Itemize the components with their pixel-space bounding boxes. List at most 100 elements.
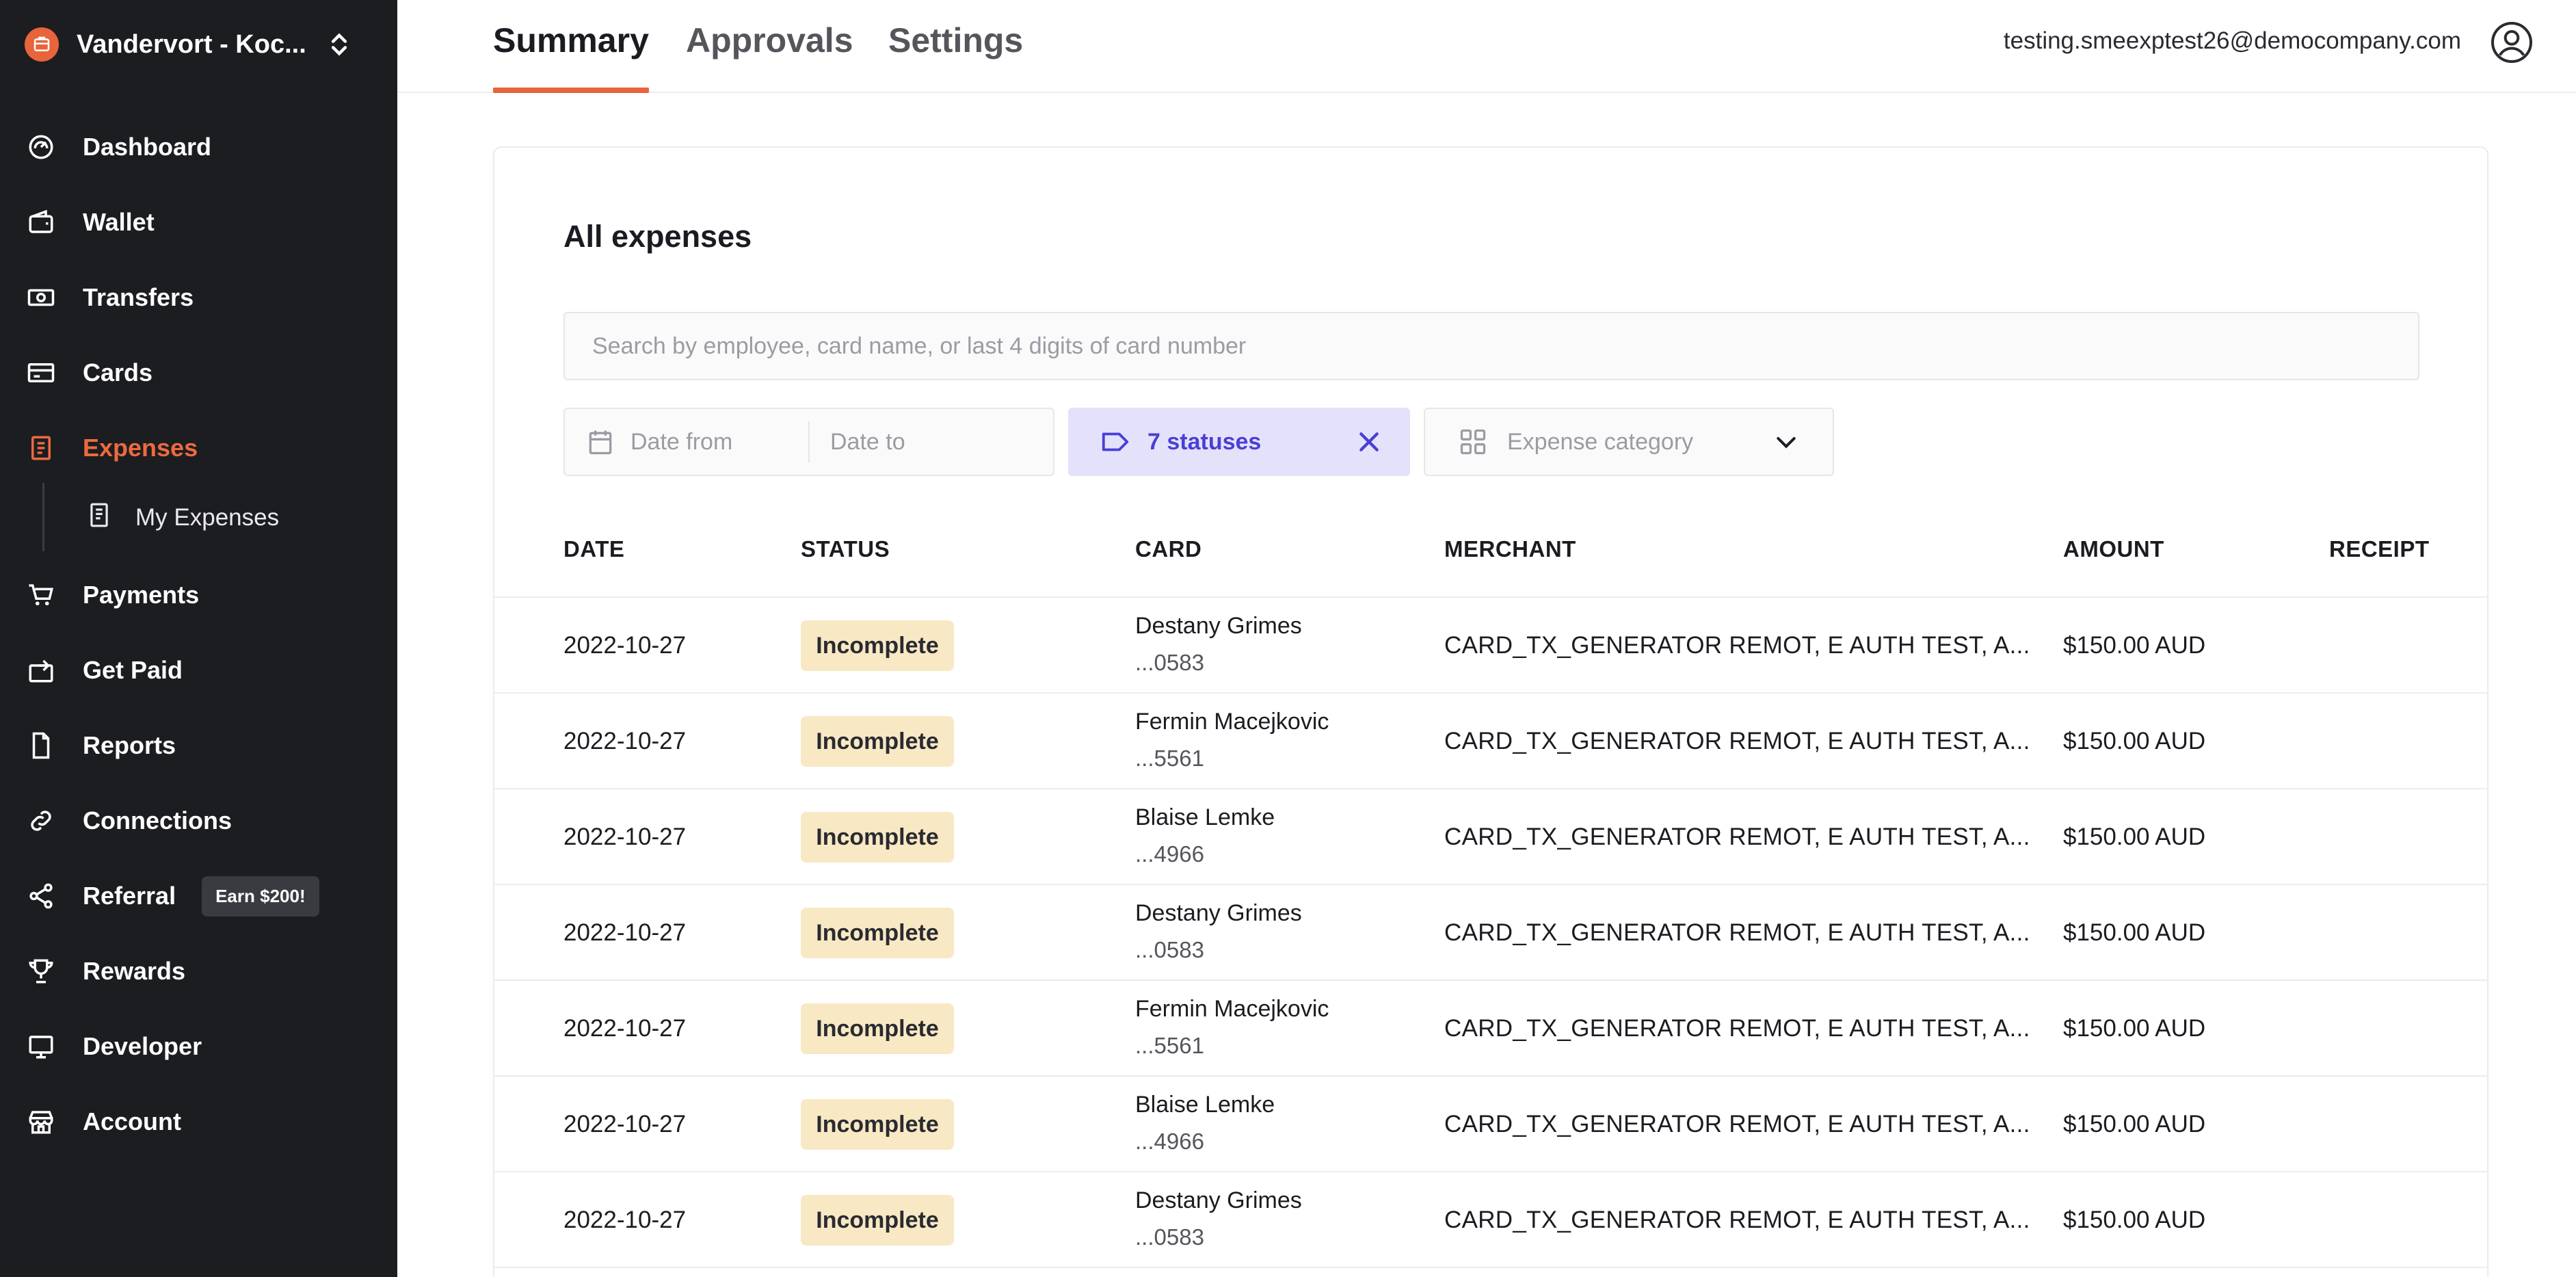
row-merchant: CARD_TX_GENERATOR REMOT, E AUTH TEST, A.… <box>1444 1207 2030 1233</box>
row-merchant: CARD_TX_GENERATOR REMOT, E AUTH TEST, A.… <box>1444 1015 2030 1042</box>
expense-category-select[interactable]: Expense category <box>1424 408 1834 476</box>
row-card-name: Destany Grimes <box>1135 1187 1302 1213</box>
column-header-amount[interactable]: AMOUNT <box>2063 536 2164 562</box>
expense-category-label: Expense category <box>1507 428 1694 455</box>
row-card-number: ...4966 <box>1135 841 1204 867</box>
column-header-receipt[interactable]: RECEIPT <box>2329 536 2430 562</box>
status-badge: Incomplete <box>801 1003 954 1054</box>
row-card-number: ...5561 <box>1135 746 1204 771</box>
wallet-icon <box>25 206 57 239</box>
sidebar-item-label: Account <box>83 1107 181 1135</box>
date-divider <box>808 421 810 462</box>
sidebar-item-account[interactable]: Account <box>25 1098 380 1146</box>
search-input[interactable] <box>563 312 2419 380</box>
table-row[interactable]: 2022-10-27 Incomplete Destany Grimes ...… <box>494 1172 2487 1268</box>
sidebar-item-developer[interactable]: Developer <box>25 1023 380 1070</box>
row-date: 2022-10-27 <box>563 919 687 946</box>
sidebar-item-referral[interactable]: Referral Earn $200! <box>25 872 380 920</box>
tab-summary[interactable]: Summary <box>493 21 649 93</box>
sidebar-item-transfers[interactable]: Transfers <box>25 274 380 321</box>
user-email[interactable]: testing.smeexptest26@democompany.com <box>2004 27 2461 55</box>
trophy-icon <box>25 955 57 988</box>
receipt-icon <box>86 502 112 534</box>
org-switcher[interactable]: Vandervort - Koc... <box>25 27 353 62</box>
column-header-merchant[interactable]: MERCHANT <box>1444 536 1576 562</box>
sidebar-item-get-paid[interactable]: Get Paid <box>25 646 380 694</box>
sidebar-item-expenses[interactable]: Expenses <box>25 424 380 472</box>
transfers-icon <box>25 281 57 314</box>
table-row[interactable]: 2022-10-27 Incomplete Destany Grimes ...… <box>494 885 2487 981</box>
row-amount: $150.00 AUD <box>2063 1015 2206 1042</box>
sidebar-item-label: Referral <box>83 882 176 910</box>
sidebar-item-reports[interactable]: Reports <box>25 722 380 769</box>
column-header-card[interactable]: CARD <box>1135 536 1201 562</box>
row-date: 2022-10-27 <box>563 1015 687 1042</box>
chevron-up-down-icon[interactable] <box>326 27 353 62</box>
close-icon[interactable] <box>1355 428 1383 456</box>
status-badge: Incomplete <box>801 908 954 958</box>
row-date: 2022-10-27 <box>563 1207 687 1233</box>
sidebar: Vandervort - Koc... Dashboard Wallet Tra… <box>0 0 397 1277</box>
expenses-card: All expenses Date from Date to 7 statuse… <box>493 146 2488 1277</box>
row-amount: $150.00 AUD <box>2063 1207 2206 1233</box>
org-name: Vandervort - Koc... <box>77 29 306 59</box>
row-amount: $150.00 AUD <box>2063 1111 2206 1137</box>
column-header-status[interactable]: STATUS <box>801 536 890 562</box>
store-icon <box>25 1105 57 1138</box>
row-card-number: ...4966 <box>1135 1129 1204 1154</box>
sidebar-item-label: Rewards <box>83 957 186 985</box>
sidebar-item-label: Expenses <box>83 434 198 462</box>
sidebar-item-rewards[interactable]: Rewards <box>25 947 380 995</box>
sidebar-item-connections[interactable]: Connections <box>25 797 380 845</box>
row-card-name: Destany Grimes <box>1135 900 1302 926</box>
row-amount: $150.00 AUD <box>2063 824 2206 850</box>
status-filter[interactable]: 7 statuses <box>1068 408 1410 476</box>
status-badge: Incomplete <box>801 620 954 671</box>
tab-approvals[interactable]: Approvals <box>686 21 853 93</box>
date-from-input[interactable]: Date from <box>630 429 808 456</box>
org-logo-icon <box>25 27 59 62</box>
row-merchant: CARD_TX_GENERATOR REMOT, E AUTH TEST, A.… <box>1444 728 2030 754</box>
column-header-date[interactable]: DATE <box>563 536 624 562</box>
link-icon <box>25 804 57 837</box>
row-date: 2022-10-27 <box>563 1111 687 1137</box>
row-card-name: Blaise Lemke <box>1135 1092 1275 1118</box>
referral-badge: Earn $200! <box>202 876 319 917</box>
row-amount: $150.00 AUD <box>2063 632 2206 659</box>
date-range-filter[interactable]: Date from Date to <box>563 408 1054 476</box>
table-row[interactable]: 2022-10-27 Incomplete Fermin Macejkovic … <box>494 981 2487 1077</box>
status-badge: Incomplete <box>801 1099 954 1150</box>
status-badge: Incomplete <box>801 716 954 767</box>
share-icon <box>25 880 57 912</box>
table-row[interactable]: 2022-10-27 Incomplete Fermin Macejkovic … <box>494 694 2487 789</box>
row-amount: $150.00 AUD <box>2063 919 2206 946</box>
reports-icon <box>25 729 57 762</box>
tab-settings[interactable]: Settings <box>888 21 1023 93</box>
row-amount: $150.00 AUD <box>2063 728 2206 754</box>
table-row[interactable]: 2022-10-27 Incomplete Blaise Lemke ...49… <box>494 789 2487 885</box>
sidebar-item-payments[interactable]: Payments <box>25 571 380 619</box>
tag-icon <box>1100 426 1131 458</box>
user-avatar-icon[interactable] <box>2490 21 2534 64</box>
row-card-name: Destany Grimes <box>1135 613 1302 639</box>
sidebar-item-dashboard[interactable]: Dashboard <box>25 123 380 171</box>
sidebar-item-cards[interactable]: Cards <box>25 349 380 397</box>
row-card-number: ...5561 <box>1135 1033 1204 1058</box>
row-card-number: ...0583 <box>1135 937 1204 962</box>
row-date: 2022-10-27 <box>563 824 687 850</box>
grid-icon <box>1458 427 1488 457</box>
date-to-input[interactable]: Date to <box>830 429 905 456</box>
sidebar-item-label: Cards <box>83 358 153 386</box>
sidebar-item-label: Dashboard <box>83 133 212 161</box>
status-filter-label: 7 statuses <box>1147 428 1262 455</box>
sidebar-item-label: Payments <box>83 581 200 609</box>
sidebar-item-my-expenses[interactable]: My Expenses <box>86 494 373 542</box>
sidebar-item-label: My Expenses <box>135 504 280 531</box>
table-row[interactable]: 2022-10-27 Incomplete Blaise Lemke ...49… <box>494 1077 2487 1172</box>
status-badge: Incomplete <box>801 812 954 863</box>
sidebar-item-wallet[interactable]: Wallet <box>25 198 380 246</box>
sidebar-item-label: Transfers <box>83 283 194 311</box>
dashboard-icon <box>25 131 57 163</box>
sidebar-item-label: Reports <box>83 731 176 759</box>
table-row[interactable]: 2022-10-27 Incomplete Destany Grimes ...… <box>494 598 2487 694</box>
